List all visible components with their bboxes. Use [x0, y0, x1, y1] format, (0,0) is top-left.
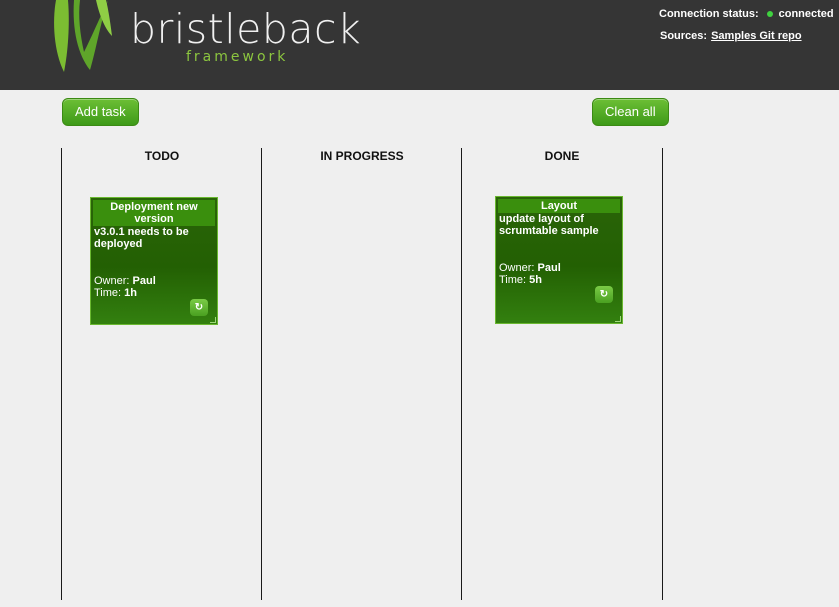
sources-label: Sources:	[660, 30, 708, 42]
owner-label: Owner:	[499, 262, 535, 274]
connection-status-value: connected	[778, 8, 834, 20]
card-action-icon[interactable]: ↻	[595, 286, 613, 303]
column-divider	[61, 148, 62, 600]
connection-status-label: Connection status:	[659, 8, 759, 20]
owner-value: Paul	[132, 275, 156, 287]
samples-git-repo-link[interactable]: Samples Git repo	[711, 30, 801, 42]
time-value: 1h	[124, 287, 137, 299]
app-header: bristleback framework Connection status:…	[0, 0, 839, 90]
logo-subtitle: framework	[186, 49, 289, 65]
time-value: 5h	[529, 274, 542, 286]
owner-value: Paul	[537, 262, 561, 274]
task-card[interactable]: Deployment new version v3.0.1 needs to b…	[90, 197, 218, 325]
task-card-description: v3.0.1 needs to be deployed	[94, 226, 189, 250]
task-card-title: Deployment new version	[93, 200, 215, 226]
resize-handle-icon[interactable]	[615, 316, 621, 322]
resize-handle-icon[interactable]	[210, 317, 216, 323]
column-divider	[261, 148, 262, 600]
sources: Sources: Samples Git repo	[660, 30, 802, 42]
add-task-button[interactable]: Add task	[62, 98, 139, 126]
clean-all-button[interactable]: Clean all	[592, 98, 669, 126]
task-card-title: Layout	[498, 199, 620, 213]
connection-status: Connection status: connected	[659, 8, 834, 20]
time-label: Time:	[94, 287, 122, 299]
column-title-in-progress: IN PROGRESS	[320, 149, 404, 163]
column-title-todo: TODO	[144, 149, 180, 163]
bristleback-logo-icon	[54, 0, 112, 72]
task-card-description: update layout of scrumtable sample	[499, 213, 599, 237]
column-title-done: DONE	[544, 149, 580, 163]
status-dot-icon	[766, 10, 773, 17]
owner-label: Owner:	[94, 275, 130, 287]
time-label: Time:	[499, 274, 527, 286]
column-divider	[461, 148, 462, 600]
logo-wordmark: bristleback	[130, 5, 362, 53]
task-card-meta: Owner: Paul Time: 5h	[499, 262, 561, 286]
task-card[interactable]: Layout update layout of scrumtable sampl…	[495, 196, 623, 324]
column-divider	[662, 148, 663, 600]
card-action-icon[interactable]: ↻	[190, 299, 208, 316]
task-card-meta: Owner: Paul Time: 1h	[94, 275, 156, 299]
